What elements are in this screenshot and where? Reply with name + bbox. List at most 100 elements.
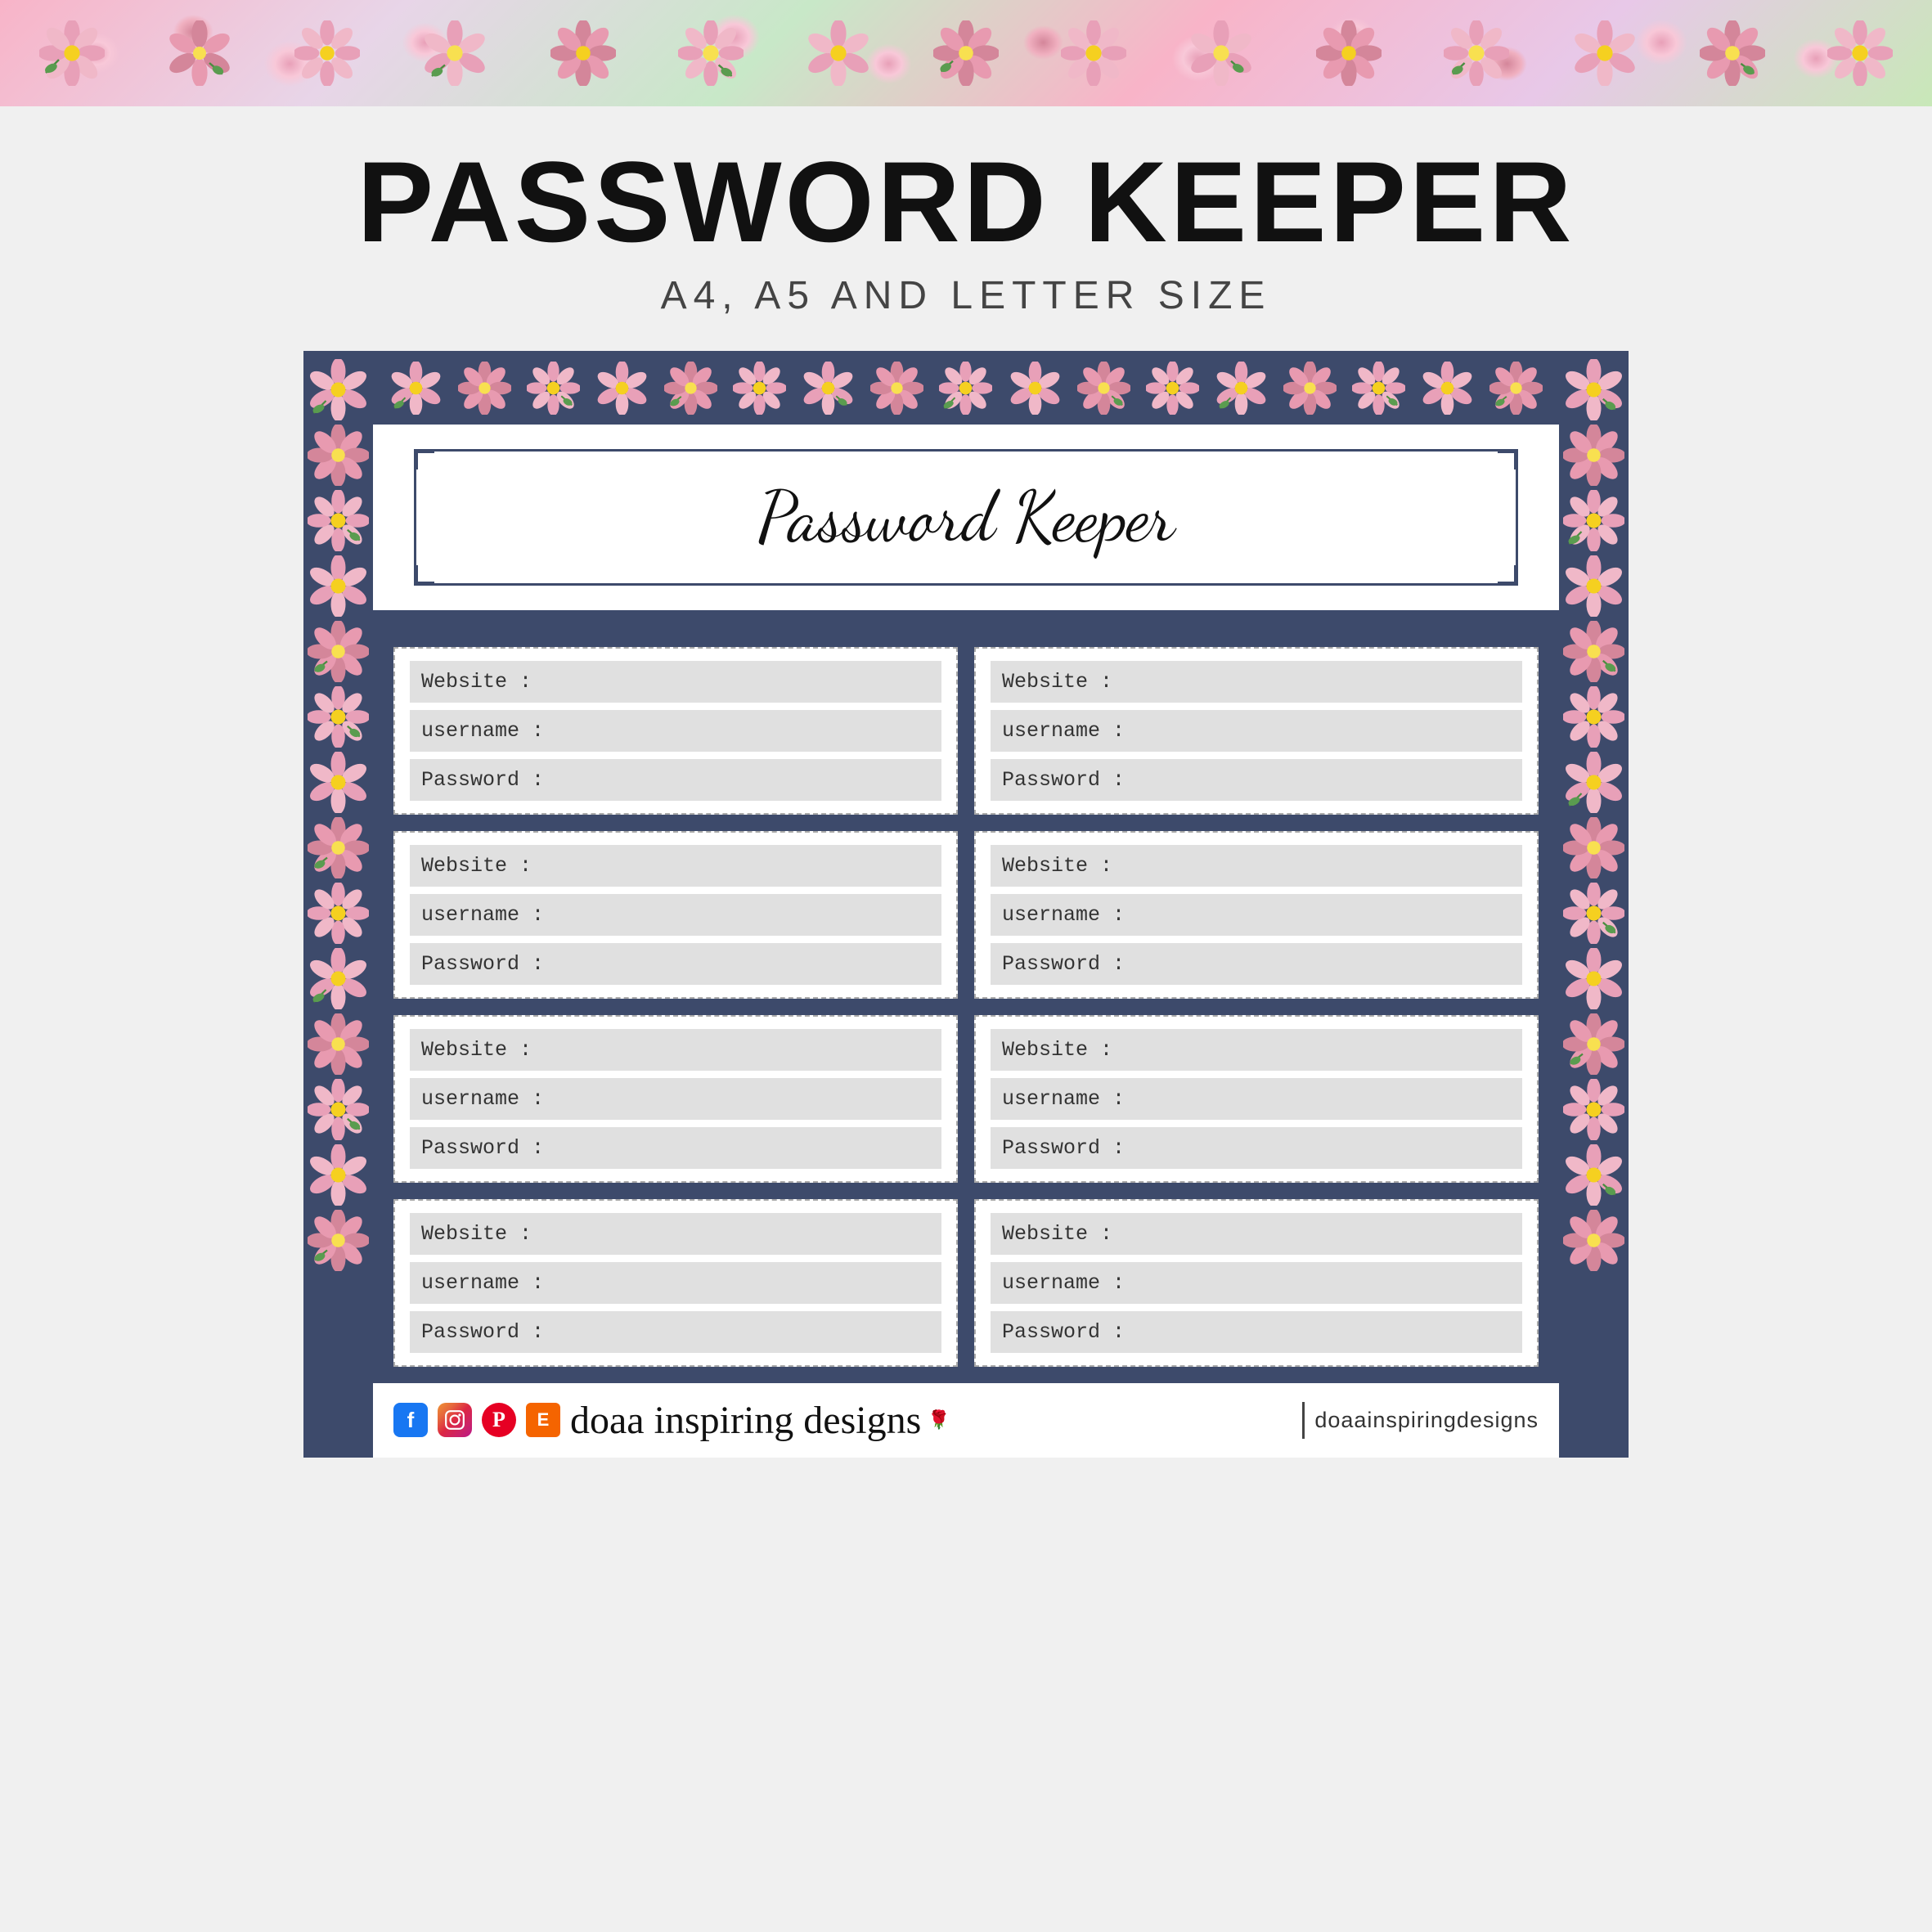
doc-header-flower-icon	[527, 362, 580, 415]
password-row-2: Website : username : Password : Website …	[393, 831, 1539, 999]
flower-icon	[39, 20, 105, 86]
pinterest-icon: P	[482, 1403, 516, 1437]
username-field-label: username :	[991, 710, 1522, 752]
doc-header-flower-icon	[664, 362, 717, 415]
username-field-label: username :	[410, 1078, 941, 1120]
doc-header-flower-icon	[870, 362, 923, 415]
doc-title-section: Password Keeper	[373, 425, 1559, 610]
flower-icon	[1188, 20, 1254, 86]
doc-header-flower-icon	[802, 362, 855, 415]
doc-header-flower-icon	[1146, 362, 1199, 415]
doc-header-flower-icon	[733, 362, 786, 415]
right-floral-border	[1559, 351, 1629, 1458]
doc-header-flower-icon	[1077, 362, 1130, 415]
doc-header-flower-icon	[1421, 362, 1474, 415]
side-flower-icon	[308, 752, 369, 813]
website-field-label: Website :	[991, 1213, 1522, 1255]
social-footer: f P E doaa inspiring designs 🌹	[373, 1383, 1559, 1458]
side-flower-icon	[308, 1210, 369, 1271]
floral-top-banner	[0, 0, 1932, 106]
top-flowers	[0, 0, 1932, 106]
doc-header-flower-icon	[1009, 362, 1062, 415]
password-entry: Website : username : Password :	[393, 831, 958, 999]
password-field-label: Password :	[991, 1127, 1522, 1169]
flower-icon	[294, 20, 360, 86]
username-field-label: username :	[991, 1078, 1522, 1120]
title-box: Password Keeper	[414, 449, 1518, 586]
side-flower-icon	[1563, 883, 1624, 944]
password-row-3: Website : username : Password : Website …	[393, 1015, 1539, 1183]
doc-header-flower-icon	[1489, 362, 1543, 415]
username-field-label: username :	[991, 1262, 1522, 1304]
flower-icon	[1827, 20, 1893, 86]
main-header: PASSWORD KEEPER A4, A5 AND LETTER SIZE	[0, 106, 1932, 351]
password-field-label: Password :	[991, 1311, 1522, 1353]
side-flower-icon	[1563, 752, 1624, 813]
flower-icon	[167, 20, 232, 86]
doc-header-flower-icon	[1352, 362, 1405, 415]
website-field-label: Website :	[410, 845, 941, 887]
page-subtitle: A4, A5 AND LETTER SIZE	[49, 273, 1883, 318]
doc-header-flower-icon	[1215, 362, 1268, 415]
website-field-label: Website :	[410, 661, 941, 703]
password-entry: Website : username : Password :	[974, 1015, 1539, 1183]
side-flower-icon	[308, 359, 369, 420]
document-content: Password Keeper Website : username : Pas…	[373, 351, 1559, 1458]
website-field-label: Website :	[991, 845, 1522, 887]
side-flower-icon	[1563, 948, 1624, 1009]
navy-bar	[373, 610, 1559, 631]
side-flower-icon	[1563, 621, 1624, 682]
brand-rose-icon: 🌹	[928, 1409, 950, 1431]
side-flower-icon	[1563, 686, 1624, 748]
doc-header-flower-icon	[939, 362, 992, 415]
password-field-label: Password :	[410, 759, 941, 801]
side-flower-icon	[308, 555, 369, 617]
doc-header-flower-icon	[595, 362, 649, 415]
username-field-label: username :	[410, 710, 941, 752]
password-entry: Website : username : Password :	[974, 831, 1539, 999]
brand-script-name: doaa inspiring designs	[570, 1398, 921, 1443]
side-flower-icon	[1563, 490, 1624, 551]
side-flower-icon	[1563, 555, 1624, 617]
side-flower-icon	[1563, 1210, 1624, 1271]
doc-header-flower-icon	[1283, 362, 1337, 415]
side-flower-icon	[308, 686, 369, 748]
website-field-label: Website :	[410, 1029, 941, 1071]
password-entry: Website : username : Password :	[974, 1199, 1539, 1367]
side-flower-icon	[308, 948, 369, 1009]
flower-icon	[422, 20, 487, 86]
brand-info: doaa inspiring designs 🌹	[570, 1398, 1292, 1443]
flower-icon	[1316, 20, 1382, 86]
flower-icon	[1444, 20, 1509, 86]
website-field-label: Website :	[991, 1029, 1522, 1071]
password-entry: Website : username : Password :	[393, 1015, 958, 1183]
side-flower-icon	[308, 817, 369, 878]
website-field-label: Website :	[991, 661, 1522, 703]
side-flower-icon	[308, 425, 369, 486]
brand-handle: doaainspiringdesigns	[1314, 1408, 1539, 1433]
password-field-label: Password :	[991, 943, 1522, 985]
website-field-label: Website :	[410, 1213, 941, 1255]
side-flower-icon	[308, 1013, 369, 1075]
username-field-label: username :	[410, 894, 941, 936]
password-entry: Website : username : Password :	[393, 647, 958, 815]
left-floral-border	[303, 351, 373, 1458]
flower-icon	[1061, 20, 1126, 86]
flower-icon	[933, 20, 999, 86]
password-entry: Website : username : Password :	[393, 1199, 958, 1367]
doc-header-flower-icon	[458, 362, 511, 415]
password-field-label: Password :	[410, 1311, 941, 1353]
password-field-label: Password :	[410, 1127, 941, 1169]
side-flower-icon	[308, 621, 369, 682]
document-wrapper: Password Keeper Website : username : Pas…	[303, 351, 1629, 1458]
username-field-label: username :	[991, 894, 1522, 936]
instagram-icon	[438, 1403, 472, 1437]
password-field-label: Password :	[410, 943, 941, 985]
password-row-4: Website : username : Password : Website …	[393, 1199, 1539, 1367]
divider	[1302, 1402, 1305, 1439]
side-flower-icon	[1563, 1013, 1624, 1075]
side-flower-icon	[1563, 1144, 1624, 1206]
password-row-1: Website : username : Password : Website …	[393, 647, 1539, 815]
flower-icon	[550, 20, 616, 86]
doc-script-title: Password Keeper	[757, 475, 1175, 559]
